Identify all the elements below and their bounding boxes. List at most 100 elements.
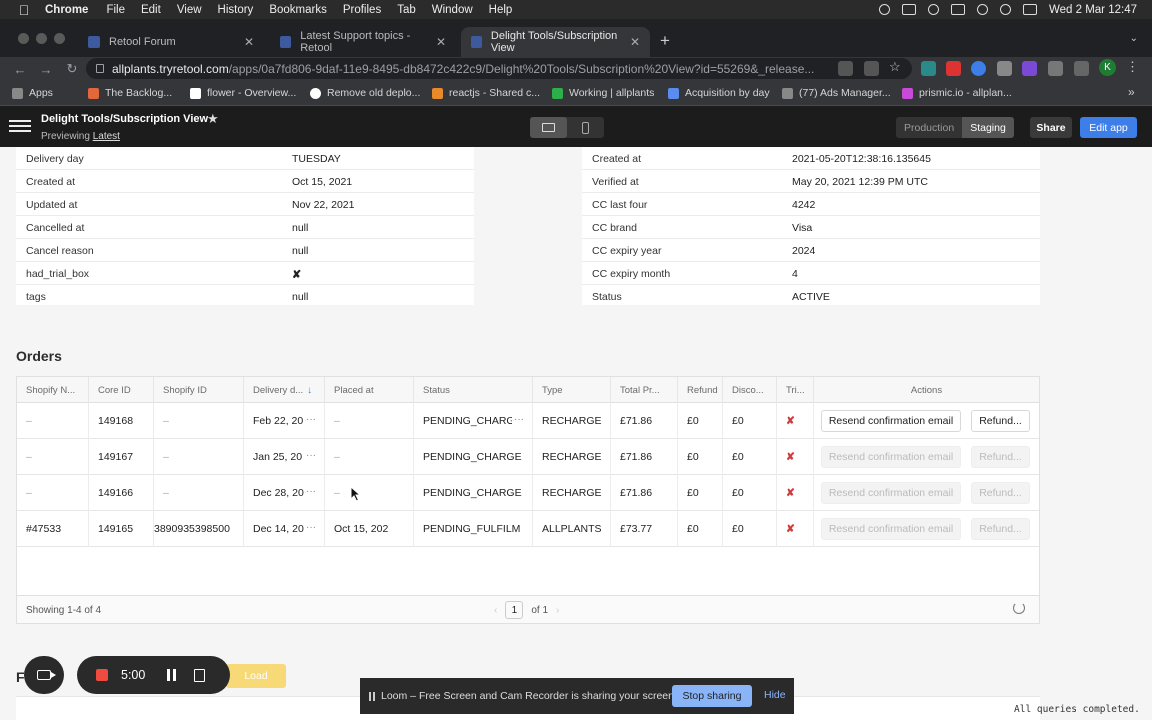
camera-extension-icon[interactable]: [997, 61, 1012, 76]
close-tab-icon[interactable]: ✕: [436, 35, 446, 49]
hide-banner-button[interactable]: Hide: [764, 689, 786, 701]
bookmark-working[interactable]: Working | allplants: [552, 87, 654, 99]
battery-icon[interactable]: [950, 4, 965, 15]
tab-support-topics[interactable]: Latest Support topics - Retool ✕: [270, 27, 456, 57]
column-header-sorted[interactable]: Delivery d... ↓: [244, 377, 325, 403]
bookmarks-overflow-icon[interactable]: »: [1128, 85, 1135, 99]
column-header[interactable]: Disco...: [723, 377, 777, 403]
menu-app[interactable]: Chrome: [45, 4, 88, 16]
bookmark-reactjs[interactable]: reactjs - Shared c...: [432, 87, 540, 99]
resend-confirmation-button[interactable]: Resend confirmation email: [821, 518, 961, 540]
stop-recording-icon[interactable]: [96, 669, 108, 681]
refund-button[interactable]: Refund...: [971, 518, 1030, 540]
menu-history[interactable]: History: [218, 4, 254, 16]
camera-off-icon[interactable]: [838, 61, 853, 76]
more-menu-icon[interactable]: ⋮: [1126, 59, 1141, 74]
profile-avatar[interactable]: K: [1099, 59, 1116, 76]
menu-file[interactable]: File: [106, 4, 125, 16]
refund-button[interactable]: Refund...: [971, 410, 1030, 432]
microphone-icon[interactable]: [878, 4, 890, 15]
wifi-icon[interactable]: [976, 4, 988, 15]
bookmark-remove-old-deploys[interactable]: Remove old deplo...: [310, 87, 420, 99]
table-row[interactable]: #47533 149165 3890935398500 Dec 14, 20 ··…: [17, 511, 1039, 547]
column-header[interactable]: Shopify N...: [17, 377, 89, 403]
column-header[interactable]: Placed at: [325, 377, 414, 403]
cell-overflow-icon[interactable]: ···: [512, 414, 524, 425]
bookmark-prismic[interactable]: prismic.io - allplan...: [902, 87, 1012, 99]
edit-app-button[interactable]: Edit app: [1080, 117, 1137, 138]
menu-profiles[interactable]: Profiles: [343, 4, 381, 16]
prev-page-icon[interactable]: ‹: [494, 605, 497, 616]
column-header[interactable]: Refund: [678, 377, 723, 403]
share-page-icon[interactable]: [864, 61, 879, 76]
refund-button[interactable]: Refund...: [971, 482, 1030, 504]
back-icon[interactable]: ←: [12, 62, 28, 77]
load-button[interactable]: Load: [226, 664, 286, 688]
trash-icon[interactable]: [194, 668, 206, 682]
sidebar-icon[interactable]: [1074, 61, 1089, 76]
menu-window[interactable]: Window: [432, 4, 473, 16]
control-center-icon[interactable]: [1022, 4, 1037, 15]
column-header[interactable]: Shopify ID: [154, 377, 244, 403]
column-header[interactable]: Core ID: [89, 377, 154, 403]
bookmark-ads-manager[interactable]: (77) Ads Manager...: [782, 87, 891, 99]
bluetooth-icon[interactable]: [927, 4, 939, 15]
close-tab-icon[interactable]: ✕: [630, 35, 640, 49]
tab-subscription-view[interactable]: Delight Tools/Subscription View ✕: [461, 27, 650, 57]
close-tab-icon[interactable]: ✕: [244, 35, 254, 49]
screen-share-icon[interactable]: [901, 4, 916, 15]
stop-sharing-button[interactable]: Stop sharing: [672, 685, 752, 707]
menu-tab[interactable]: Tab: [397, 4, 416, 16]
column-header[interactable]: Tri...: [777, 377, 814, 403]
table-row[interactable]: – 149167 – Jan 25, 20 ··· – PENDING_CHARG…: [17, 439, 1039, 475]
menu-edit[interactable]: Edit: [141, 4, 161, 16]
extension-icon[interactable]: [946, 61, 961, 76]
env-staging-button[interactable]: Staging: [962, 117, 1014, 138]
table-row[interactable]: – 149168 – Feb 22, 20 ··· – PENDING_CHARG…: [17, 403, 1039, 439]
refund-button[interactable]: Refund...: [971, 446, 1030, 468]
page-input[interactable]: 1: [505, 601, 524, 619]
favorite-star-icon[interactable]: ★: [207, 111, 219, 127]
menu-view[interactable]: View: [177, 4, 202, 16]
desktop-view-button[interactable]: [530, 117, 567, 138]
bookmark-backlog[interactable]: The Backlog...: [88, 87, 172, 99]
lock-icon[interactable]: [96, 64, 104, 73]
url-field[interactable]: allplants.tryretool.com/apps/0a7fd806-9d…: [86, 58, 912, 79]
tab-search-icon[interactable]: ⌄: [1130, 33, 1138, 44]
column-header[interactable]: Status: [414, 377, 533, 403]
share-button[interactable]: Share: [1030, 117, 1072, 138]
spotlight-icon[interactable]: [999, 4, 1011, 15]
menu-bookmarks[interactable]: Bookmarks: [269, 4, 327, 16]
bookmark-acquisition[interactable]: Acquisition by day: [668, 87, 770, 99]
loom-camera-button[interactable]: [24, 656, 64, 694]
next-page-icon[interactable]: ›: [556, 605, 559, 616]
bookmark-apps[interactable]: Apps: [12, 87, 53, 99]
bookmark-flower[interactable]: flower - Overview...: [190, 87, 296, 99]
resend-confirmation-button[interactable]: Resend confirmation email: [821, 410, 961, 432]
cell-overflow-icon[interactable]: ···: [304, 450, 316, 461]
forward-icon[interactable]: →: [38, 62, 54, 77]
column-header[interactable]: Total Pr...: [611, 377, 678, 403]
menu-help[interactable]: Help: [489, 4, 513, 16]
menubar-clock[interactable]: Wed 2 Mar 12:47: [1049, 4, 1137, 16]
cell-overflow-icon[interactable]: ···: [304, 414, 316, 425]
env-production-button[interactable]: Production: [896, 117, 962, 138]
extension-icon[interactable]: [921, 61, 936, 76]
refresh-icon[interactable]: [1013, 602, 1025, 614]
release-version-link[interactable]: Latest: [93, 131, 120, 142]
mobile-view-button[interactable]: [567, 117, 604, 138]
cell-overflow-icon[interactable]: ···: [304, 522, 316, 533]
hamburger-menu-icon[interactable]: [9, 120, 31, 134]
extension-icon[interactable]: [971, 61, 986, 76]
bookmark-star-icon[interactable]: ☆: [889, 59, 904, 74]
table-row[interactable]: – 149166 – Dec 28, 20 ··· – PENDING_CHARG…: [17, 475, 1039, 511]
pause-icon[interactable]: [167, 669, 177, 681]
extension-icon[interactable]: [1022, 61, 1037, 76]
window-controls[interactable]: [18, 33, 65, 44]
cell-overflow-icon[interactable]: ···: [304, 486, 316, 497]
new-tab-icon[interactable]: +: [660, 31, 670, 51]
tab-retool-forum[interactable]: Retool Forum ✕: [78, 27, 264, 57]
column-header[interactable]: Type: [533, 377, 611, 403]
apple-icon[interactable]: : [17, 2, 31, 18]
resend-confirmation-button[interactable]: Resend confirmation email: [821, 446, 961, 468]
